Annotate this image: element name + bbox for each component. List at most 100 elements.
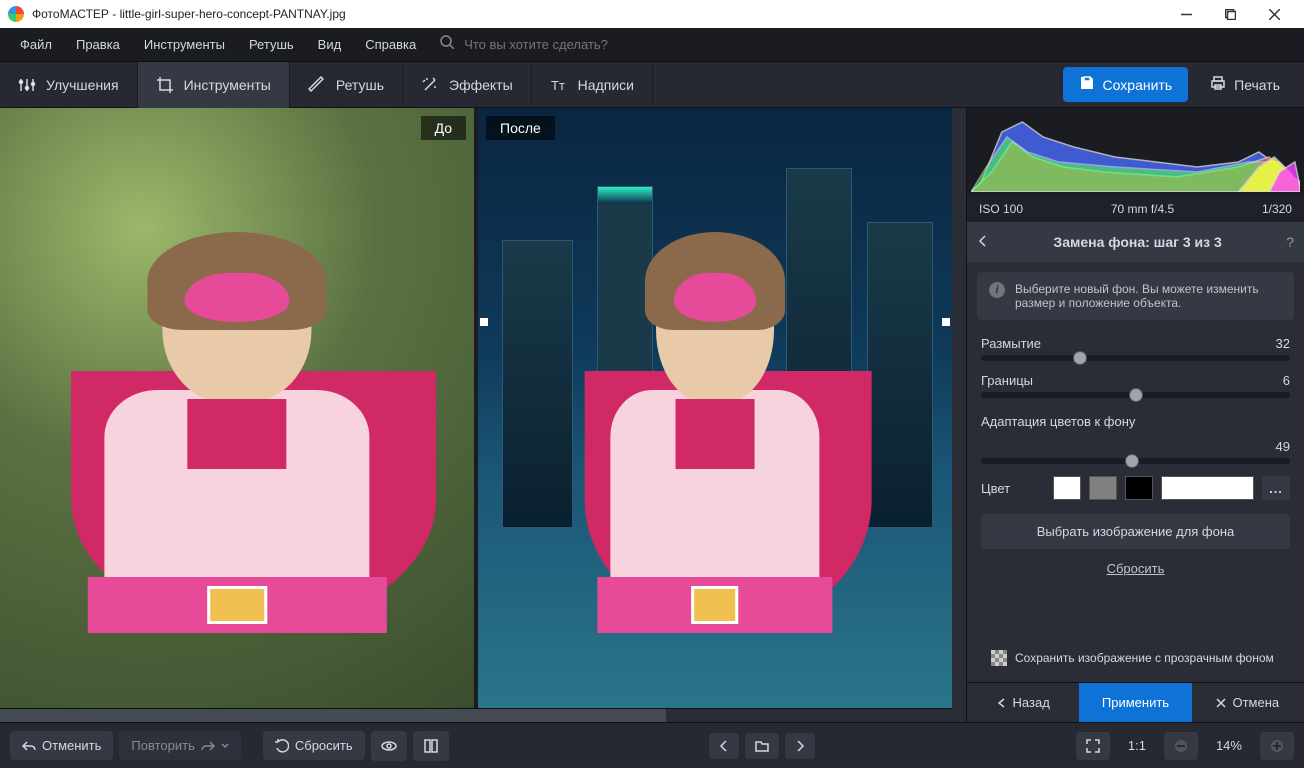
tab-enhance[interactable]: Улучшения	[0, 62, 138, 108]
reset-label: Сбросить	[295, 738, 353, 753]
resize-handle-left[interactable]	[480, 318, 488, 326]
slider-adapt-thumb[interactable]	[1125, 454, 1139, 468]
slider-edges-value: 6	[1283, 373, 1290, 388]
tab-tools[interactable]: Инструменты	[138, 62, 290, 108]
menu-retouch[interactable]: Ретушь	[239, 33, 304, 56]
canvas-before[interactable]: До	[0, 108, 474, 708]
ratio-label[interactable]: 1:1	[1116, 738, 1158, 753]
titlebar: ФотоМАСТЕР - little-girl-super-hero-conc…	[0, 0, 1304, 28]
compare-button[interactable]	[413, 731, 449, 761]
menu-edit[interactable]: Правка	[66, 33, 130, 56]
save-transparent-button[interactable]: Сохранить изображение с прозрачным фоном	[981, 640, 1290, 676]
cancel-label: Отмена	[1232, 695, 1279, 710]
text-icon: Tт	[550, 76, 568, 94]
slider-edges: Границы 6	[967, 367, 1304, 404]
panel-header: Замена фона: шаг 3 из 3 ?	[967, 222, 1304, 262]
info-box: i Выберите новый фон. Вы можете изменить…	[977, 272, 1294, 320]
bottombar: Отменить Повторить Сбросить 1:1 14%	[0, 722, 1304, 768]
search-input[interactable]	[464, 37, 684, 52]
color-black[interactable]	[1125, 476, 1153, 500]
action-buttons: Назад Применить Отмена	[967, 682, 1304, 722]
info-icon: i	[989, 282, 1005, 298]
fit-screen-button[interactable]	[1076, 732, 1110, 760]
redo-button[interactable]: Повторить	[119, 731, 240, 760]
zoom-group: 1:1 14%	[1076, 732, 1294, 760]
next-image-button[interactable]	[785, 733, 815, 759]
preview-toggle-button[interactable]	[371, 731, 407, 761]
canvas-vertical-scrollbar[interactable]	[952, 108, 966, 722]
zoom-out-button[interactable]	[1164, 732, 1198, 760]
iso-value: ISO 100	[979, 202, 1023, 216]
nav-group	[709, 733, 815, 759]
slider-adapt: 49	[967, 433, 1304, 470]
maximize-button[interactable]	[1208, 0, 1252, 28]
color-label: Цвет	[981, 481, 1010, 496]
color-preview[interactable]	[1161, 476, 1254, 500]
slider-blur-track[interactable]	[981, 355, 1290, 361]
subject-after[interactable]	[585, 240, 846, 708]
zoom-in-button[interactable]	[1260, 732, 1294, 760]
slider-blur-label: Размытие	[981, 336, 1041, 351]
resize-handle-right[interactable]	[942, 318, 950, 326]
color-more-button[interactable]: ...	[1262, 476, 1290, 500]
app-icon	[8, 6, 24, 22]
zoom-value: 14%	[1204, 738, 1254, 753]
sliders-icon	[18, 76, 36, 94]
prev-image-button[interactable]	[709, 733, 739, 759]
horizontal-scrollbar[interactable]	[0, 708, 952, 722]
reset-link[interactable]: Сбросить	[967, 557, 1304, 580]
shutter-value: 1/320	[1262, 202, 1292, 216]
menu-tools[interactable]: Инструменты	[134, 33, 235, 56]
redo-label: Повторить	[131, 738, 194, 753]
back-button[interactable]: Назад	[967, 683, 1079, 722]
canvas-after[interactable]: После	[478, 108, 952, 708]
tab-text[interactable]: Tт Надписи	[532, 62, 653, 108]
color-row: Цвет ...	[967, 470, 1304, 506]
menu-help[interactable]: Справка	[355, 33, 426, 56]
open-folder-button[interactable]	[745, 733, 779, 759]
choose-background-button[interactable]: Выбрать изображение для фона	[981, 514, 1290, 549]
minimize-button[interactable]	[1164, 0, 1208, 28]
tab-effects[interactable]: Эффекты	[403, 62, 532, 108]
panel-title: Замена фона: шаг 3 из 3	[999, 234, 1276, 250]
tab-retouch[interactable]: Ретушь	[290, 62, 403, 108]
tab-label: Эффекты	[449, 77, 513, 93]
print-button[interactable]: Печать	[1196, 67, 1294, 102]
save-button[interactable]: Сохранить	[1063, 67, 1189, 102]
canvas-area: До После	[0, 108, 952, 722]
menu-view[interactable]: Вид	[308, 33, 352, 56]
color-gray[interactable]	[1089, 476, 1117, 500]
apply-button[interactable]: Применить	[1079, 683, 1191, 722]
before-label: До	[421, 116, 466, 140]
wand-icon	[421, 76, 439, 94]
slider-blur-value: 32	[1276, 336, 1290, 351]
cancel-button[interactable]: Отмена	[1192, 683, 1304, 722]
slider-blur-thumb[interactable]	[1073, 351, 1087, 365]
save-transparent-label: Сохранить изображение с прозрачным фоном	[1015, 651, 1274, 665]
close-button[interactable]	[1252, 0, 1296, 28]
transparency-icon	[991, 650, 1007, 666]
slider-edges-thumb[interactable]	[1129, 388, 1143, 402]
slider-blur: Размытие 32	[967, 330, 1304, 367]
back-label: Назад	[1013, 695, 1050, 710]
help-button[interactable]: ?	[1286, 234, 1294, 250]
undo-button[interactable]: Отменить	[10, 731, 113, 760]
exif-row: ISO 100 70 mm f/4.5 1/320	[967, 196, 1304, 222]
slider-edges-track[interactable]	[981, 392, 1290, 398]
color-white[interactable]	[1053, 476, 1081, 500]
tab-label: Ретушь	[336, 77, 384, 93]
reset-button[interactable]: Сбросить	[263, 731, 365, 760]
info-text: Выберите новый фон. Вы можете изменить р…	[1015, 282, 1282, 310]
slider-adapt-track[interactable]	[981, 458, 1290, 464]
brush-icon	[308, 76, 326, 94]
menu-file[interactable]: Файл	[10, 33, 62, 56]
panel-back-button[interactable]	[977, 234, 989, 250]
search-icon	[440, 35, 454, 54]
after-label: После	[486, 116, 555, 140]
window-title: ФотоМАСТЕР - little-girl-super-hero-conc…	[32, 7, 1164, 21]
menubar: Файл Правка Инструменты Ретушь Вид Справ…	[0, 28, 1304, 62]
slider-edges-label: Границы	[981, 373, 1033, 388]
tab-label: Улучшения	[46, 77, 119, 93]
crop-icon	[156, 76, 174, 94]
save-label: Сохранить	[1103, 77, 1173, 93]
